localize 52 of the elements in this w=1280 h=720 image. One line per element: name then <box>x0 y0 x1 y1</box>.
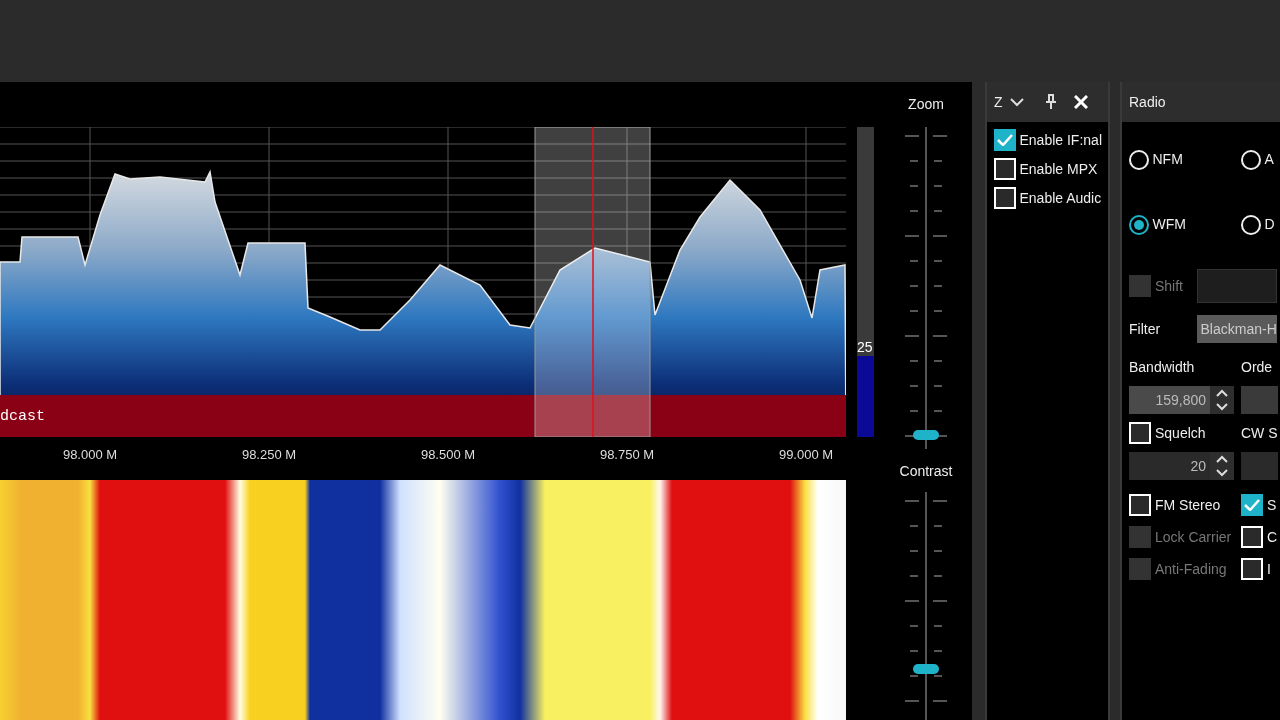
slider-label: Zoom <box>908 95 944 114</box>
field-label: CW S <box>1241 423 1278 443</box>
panel-title: Z <box>994 92 1003 112</box>
field-label: Bandwidth <box>1129 358 1196 377</box>
checkbox[interactable] <box>994 158 1016 180</box>
frequency-label: 99.000 M <box>778 446 834 464</box>
band-label: dcast <box>0 408 45 425</box>
slider-thumb[interactable] <box>913 430 939 440</box>
up-down-arrows-icon[interactable] <box>1210 452 1234 480</box>
frequency-label: 98.000 M <box>62 446 118 464</box>
frequency-label: 98.500 M <box>420 446 476 464</box>
slider-label: Contrast <box>899 462 953 482</box>
checkbox-label: S <box>1267 495 1277 515</box>
close-icon[interactable] <box>1073 95 1088 109</box>
squelch-spinbox[interactable]: 20 <box>1129 452 1234 480</box>
filter-label: Filter <box>1129 319 1162 339</box>
radio-label: D <box>1264 215 1275 234</box>
frequency-label: 98.750 M <box>599 446 655 464</box>
shift-field[interactable] <box>1197 269 1277 303</box>
spin-value: 20 <box>1189 457 1207 476</box>
checkbox[interactable] <box>1129 422 1151 444</box>
checkbox-label: C <box>1267 527 1278 547</box>
checkbox[interactable] <box>994 187 1016 209</box>
radio-label: A <box>1264 150 1274 169</box>
spin-value: 159,800 <box>1154 391 1207 410</box>
bandwidth-spinbox[interactable]: 159,800 <box>1129 386 1234 414</box>
panel-title: Radio <box>1129 92 1166 112</box>
checkbox-label: Lock Carrier <box>1155 527 1232 547</box>
chevron-down-icon[interactable] <box>1009 97 1024 107</box>
checkbox-label: Enable MPX <box>1019 159 1098 179</box>
frequency-label: 98.250 M <box>241 446 297 464</box>
checkbox[interactable] <box>1129 494 1151 516</box>
radio-button[interactable] <box>1129 214 1149 235</box>
checkbox-label: FM Stereo <box>1155 495 1221 515</box>
up-down-arrows-icon[interactable] <box>1210 386 1234 414</box>
checkbox[interactable] <box>994 129 1016 151</box>
checkbox-label: Squelch <box>1155 423 1206 443</box>
checkbox[interactable] <box>1241 494 1263 516</box>
checkbox-label: Enable IF:nal <box>1019 130 1102 150</box>
slider-thumb[interactable] <box>913 664 939 675</box>
checkbox-label: Enable Audic <box>1019 188 1102 208</box>
radio-label: WFM <box>1152 215 1186 234</box>
checkbox[interactable] <box>1241 526 1263 548</box>
checkbox-label: Anti-Fading <box>1155 559 1227 579</box>
filter-dropdown[interactable]: Blackman-H <box>1197 315 1277 343</box>
checkbox[interactable] <box>1241 558 1263 580</box>
radio-label: NFM <box>1152 150 1183 169</box>
checkbox-label: Shift <box>1155 276 1183 296</box>
field-label: Orde <box>1241 358 1274 377</box>
checkbox-label: I <box>1267 559 1271 579</box>
meter-reading: 25 <box>857 340 873 355</box>
pin-icon[interactable] <box>1044 94 1057 110</box>
